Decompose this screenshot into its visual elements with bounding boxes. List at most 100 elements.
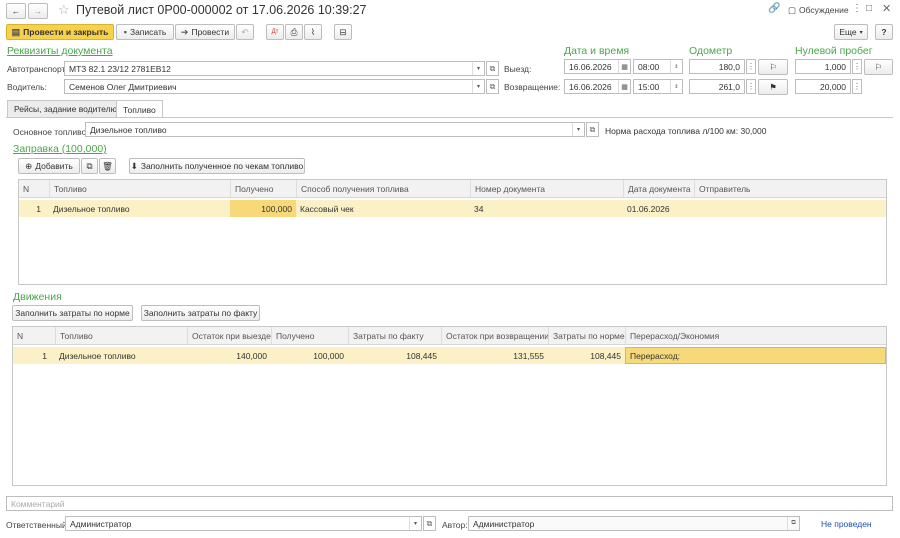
datetime-title: Дата и время (564, 45, 630, 57)
zero-run-out-calc[interactable]: ⋮ (852, 59, 862, 74)
col-doc-date: Дата документа (623, 180, 694, 197)
departure-date-field[interactable]: 16.06.2026 ▦ (564, 59, 631, 74)
cell-received: 100,000 (313, 350, 344, 361)
cell-doc-date: 01.06.2026 (627, 203, 670, 214)
driver-open-button[interactable]: ⧉ (486, 79, 499, 94)
fuel-norm-text: Норма расхода топлива л/100 км: 30,000 (605, 126, 767, 136)
close-icon[interactable]: ✕ (882, 2, 891, 15)
fuel-label: Основное топливо: (13, 127, 89, 137)
add-button[interactable]: ⊕ Добавить (18, 158, 80, 174)
col-overrun: Перерасход/Экономия (625, 327, 886, 344)
delete-button[interactable]: 🗑 (99, 158, 116, 174)
menu-dots-icon[interactable]: ⋮ (852, 3, 862, 14)
cell-overrun[interactable]: Перерасход: (625, 347, 886, 364)
favorite-star-icon[interactable]: ☆ (58, 2, 70, 18)
dt-kt-button[interactable]: Дт (266, 24, 284, 40)
copy-button[interactable]: ⧉ (81, 158, 98, 174)
open-icon[interactable]: ⧉ (787, 517, 799, 530)
plus-circle-icon: ⊕ (25, 160, 33, 171)
save-button[interactable]: ▪ Записать (116, 24, 174, 40)
dropdown-icon[interactable]: ▾ (472, 80, 484, 93)
forward-button[interactable]: → (28, 3, 48, 19)
fill-by-norm-button[interactable]: Заполнить затраты по норме (12, 305, 133, 321)
zero-run-in-calc[interactable]: ⋮ (852, 79, 862, 94)
return-time-field[interactable]: 15:00 ⇕ (633, 79, 683, 94)
dropdown-icon[interactable]: ▾ (409, 517, 421, 530)
cell-norm-cost: 108,445 (590, 350, 621, 361)
fuel-open-button[interactable]: ⧉ (586, 122, 599, 137)
arrow-right-icon: → (33, 6, 43, 16)
comment-field[interactable]: Комментарий (6, 496, 893, 511)
responsible-label: Ответственный: (6, 520, 70, 530)
vehicle-field[interactable]: МТЗ 82.1 23/12 2781ЕВ12 ▾ (64, 61, 485, 76)
more-button[interactable]: Еще ▾ (834, 24, 868, 40)
print-button[interactable]: ⎙ (285, 24, 303, 40)
col-n: N (17, 330, 24, 341)
attach-button[interactable]: ⌇ (304, 24, 322, 40)
movements-table-header: N Топливо Остаток при выезде Получено За… (13, 327, 886, 345)
open-icon: ⧉ (426, 518, 433, 528)
dropdown-icon[interactable]: ▾ (472, 62, 484, 75)
driver-field[interactable]: Семенов Олег Дмитриевич ▾ (64, 79, 485, 94)
time-stepper[interactable]: ⇕ (670, 80, 682, 93)
time-stepper[interactable]: ⇕ (670, 60, 682, 73)
tab-fuel[interactable]: Топливо (116, 100, 163, 118)
tab-trips[interactable]: Рейсы, задание водителю (7, 100, 124, 117)
discussion-button[interactable]: ▢ Обсуждение (788, 5, 849, 16)
odometer-in-flag-button[interactable]: ⚑ (758, 79, 788, 95)
vehicle-open-button[interactable]: ⧉ (486, 61, 499, 76)
fill-from-checks-button[interactable]: ⬇ Заполнить полученное по чекам топливо (129, 158, 305, 174)
post-status: Не проведен (821, 519, 872, 529)
zero-run-in-field[interactable]: 20,000 (795, 79, 851, 94)
col-received: Получено (230, 180, 296, 197)
odometer-out-flag-button[interactable]: ⚐ (758, 59, 788, 75)
printer-icon: ⎙ (290, 26, 298, 37)
chevron-down-icon: ▾ (859, 29, 863, 36)
cell-received[interactable]: 100,000 (230, 200, 296, 217)
dropdown-icon[interactable]: ▾ (572, 123, 584, 136)
trash-icon: 🗑 (102, 160, 113, 171)
maximize-icon[interactable]: □ (866, 3, 872, 14)
post-button[interactable]: ➔ Провести (175, 24, 235, 40)
fill-by-fact-button[interactable]: Заполнить затраты по факту (141, 305, 260, 321)
download-arrow-icon: ⬇ (130, 160, 138, 171)
fuel-field[interactable]: Дизельное топливо ▾ (85, 122, 585, 137)
post-and-close-button[interactable]: ▤ Провести и закрыть (6, 24, 114, 40)
refuel-table: N Топливо Получено Способ получения топл… (18, 179, 887, 285)
refuel-table-header: N Топливо Получено Способ получения топл… (19, 180, 886, 198)
calendar-icon[interactable]: ▦ (618, 80, 630, 93)
refuel-title: Заправка (100,000) (13, 143, 107, 155)
cell-sender (694, 200, 886, 217)
departure-time-field[interactable]: 08:00 ⇕ (633, 59, 683, 74)
help-button[interactable]: ? (875, 24, 893, 40)
col-actual-cost: Затраты по факту (348, 327, 441, 344)
window-title: Путевой лист 0Р00-000002 от 17.06.2026 1… (76, 3, 367, 17)
back-button[interactable]: ← (6, 3, 26, 19)
zero-run-out-field[interactable]: 1,000 (795, 59, 851, 74)
odometer-in-calc[interactable]: ⋮ (746, 79, 756, 94)
odometer-out-field[interactable]: 180,0 (689, 59, 745, 74)
responsible-field[interactable]: Администратор ▾ (65, 516, 422, 531)
table-row[interactable]: 1 Дизельное топливо 140,000 100,000 108,… (13, 347, 886, 364)
author-label: Автор: (442, 520, 468, 530)
col-fuel: Топливо (49, 180, 230, 197)
post-icon: ➔ (180, 26, 189, 37)
cell-n: 1 (36, 203, 41, 214)
calendar-icon[interactable]: ▦ (618, 60, 630, 73)
odometer-out-calc[interactable]: ⋮ (746, 59, 756, 74)
vehicle-label: Автотранспорт: (7, 64, 68, 74)
driver-label: Водитель: (7, 82, 47, 92)
structure-icon: ⊟ (339, 26, 347, 37)
movements-title: Движения (13, 291, 62, 303)
responsible-open-button[interactable]: ⧉ (423, 516, 436, 531)
return-date-field[interactable]: 16.06.2026 ▦ (564, 79, 631, 94)
save-icon: ▪ (123, 27, 127, 37)
col-received: Получено (271, 327, 348, 344)
odometer-in-field[interactable]: 261,0 (689, 79, 745, 94)
undo-post-button[interactable]: ↶ (236, 24, 254, 40)
zero-run-flag-button[interactable]: ⚐ (864, 59, 893, 75)
link-icon[interactable]: 🔗 (768, 3, 780, 14)
structure-button[interactable]: ⊟ (334, 24, 352, 40)
open-icon: ⧉ (489, 81, 496, 91)
table-row[interactable]: 1 Дизельное топливо 100,000 Кассовый чек… (19, 200, 886, 217)
